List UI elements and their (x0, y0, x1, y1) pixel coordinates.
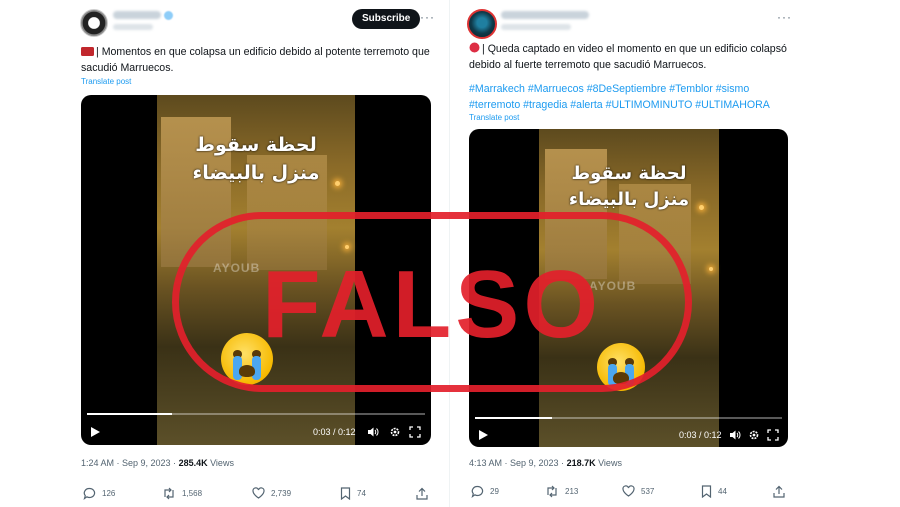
repost-button[interactable]: 1,568 (162, 487, 202, 500)
repost-icon (547, 485, 557, 498)
fullscreen-icon[interactable] (409, 425, 421, 443)
overlay-line-2: منزل بالبيضاء (568, 189, 690, 210)
author-handle[interactable] (113, 24, 153, 30)
volume-icon[interactable] (367, 425, 379, 443)
overlay-line-2: منزل بالبيضاء (192, 162, 320, 184)
heart-icon (622, 485, 635, 497)
post-timestamp[interactable]: 1:24 AM · Sep 9, 2023 · (81, 458, 179, 468)
translate-link[interactable]: Translate post (469, 113, 519, 122)
heart-icon (252, 487, 265, 499)
author-name[interactable] (501, 11, 589, 19)
post-text-content: | Queda captado en video el momento en q… (469, 43, 787, 71)
repost-button[interactable]: 213 (545, 485, 578, 498)
street-light (709, 267, 713, 271)
author-name[interactable] (113, 11, 161, 19)
video-progress-bar[interactable] (475, 417, 782, 419)
like-count: 2,739 (271, 488, 292, 498)
like-count: 537 (641, 486, 655, 496)
share-icon (773, 485, 785, 498)
hashtags-line-2[interactable]: #terremoto #tragedia #alerta #ULTIMOMINU… (469, 98, 799, 114)
falso-stamp: FALSO (172, 212, 692, 392)
video-progress-fill (87, 413, 172, 415)
post-meta: 1:24 AM · Sep 9, 2023 · 285.4K Views (81, 458, 234, 468)
author-avatar[interactable] (467, 9, 497, 39)
more-options-icon[interactable]: ··· (777, 10, 792, 24)
post-meta: 4:13 AM · Sep 9, 2023 · 218.7K Views (469, 458, 622, 468)
repost-count: 1,568 (182, 489, 203, 498)
video-time: 0:03 / 0:12 (679, 430, 722, 440)
reply-icon (471, 485, 484, 498)
reply-count: 126 (102, 489, 116, 498)
reply-count: 29 (490, 487, 499, 496)
post-timestamp[interactable]: 4:13 AM · Sep 9, 2023 · (469, 458, 567, 468)
share-button[interactable] (416, 487, 428, 500)
views-count: 218.7K (566, 458, 596, 468)
overlay-line-1: لحظة سقوط (571, 163, 687, 184)
bookmark-icon (701, 485, 712, 498)
bookmark-button[interactable]: 44 (701, 485, 727, 498)
play-icon[interactable] (479, 430, 488, 440)
more-options-icon[interactable]: ··· (420, 10, 435, 24)
video-progress-bar[interactable] (87, 413, 425, 415)
post-text: | Queda captado en video el momento en q… (469, 42, 794, 72)
bookmark-icon (340, 487, 351, 500)
video-time: 0:03 / 0:12 (313, 427, 356, 437)
morocco-flag-icon (81, 46, 94, 61)
video-overlay-text: لحظة سقوط منزل بالبيضاء (549, 161, 709, 213)
share-icon (416, 487, 428, 500)
repost-count: 213 (565, 487, 579, 496)
repost-icon (164, 487, 174, 500)
falso-stamp-label: FALSO (261, 251, 602, 358)
reply-icon (83, 487, 96, 500)
bookmark-count: 74 (357, 489, 366, 498)
views-count: 285.4K (178, 458, 208, 468)
fullscreen-icon[interactable] (767, 428, 779, 446)
translate-link[interactable]: Translate post (81, 77, 131, 86)
verified-badge-icon (164, 11, 173, 20)
settings-gear-icon[interactable] (748, 428, 760, 446)
author-avatar[interactable] (80, 9, 108, 37)
author-handle[interactable] (501, 24, 571, 30)
red-circle-icon (469, 42, 480, 58)
video-progress-fill (475, 417, 552, 419)
post-text: | Momentos en que colapsa un edificio de… (81, 45, 431, 75)
like-button[interactable]: 2,739 (252, 487, 291, 499)
post-text-content: | Momentos en que colapsa un edificio de… (81, 46, 430, 74)
video-overlay-text: لحظة سقوط منزل بالبيضاء (171, 131, 341, 187)
settings-gear-icon[interactable] (389, 425, 401, 443)
views-label: Views (595, 458, 622, 468)
views-label: Views (207, 458, 234, 468)
subscribe-button[interactable]: Subscribe (352, 9, 421, 29)
bookmark-button[interactable]: 74 (340, 487, 366, 500)
reply-button[interactable]: 29 (471, 485, 499, 498)
reply-button[interactable]: 126 (83, 487, 115, 500)
like-button[interactable]: 537 (622, 485, 654, 497)
play-icon[interactable] (91, 427, 100, 437)
hashtags[interactable]: #Marrakech #Marruecos #8DeSeptiembre #Te… (469, 82, 799, 113)
hashtags-line-1[interactable]: #Marrakech #Marruecos #8DeSeptiembre #Te… (469, 82, 799, 98)
share-button[interactable] (773, 485, 785, 498)
volume-icon[interactable] (729, 428, 741, 446)
overlay-line-1: لحظة سقوط (195, 134, 317, 156)
bookmark-count: 44 (718, 487, 727, 496)
